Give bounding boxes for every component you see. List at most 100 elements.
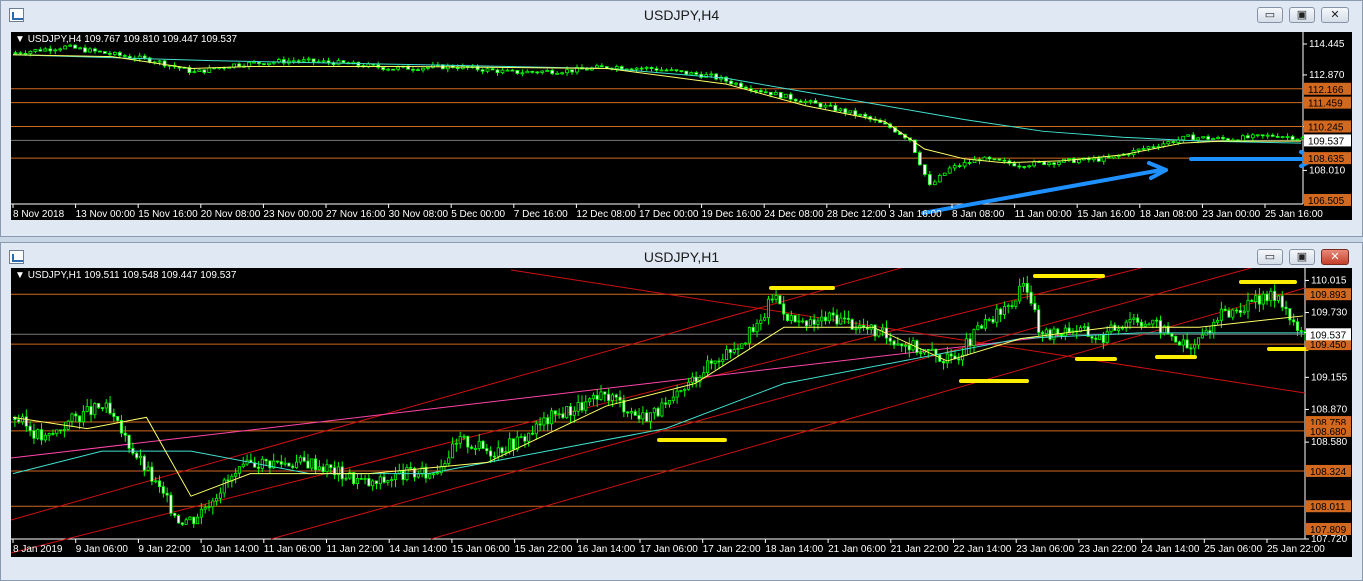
candle-body	[123, 432, 127, 436]
candle-body	[1067, 158, 1071, 160]
candle-body	[550, 70, 555, 74]
candle-body	[995, 308, 999, 323]
x-tick-label: 19 Dec 16:00	[702, 209, 762, 220]
candle-body	[770, 298, 774, 301]
candle-body	[599, 65, 604, 68]
candle-body	[892, 340, 896, 346]
candle-body	[527, 432, 531, 442]
x-tick-label: 21 Jan 22:00	[891, 544, 949, 555]
candle-body	[591, 394, 595, 400]
candle-body	[428, 473, 432, 479]
candle-body	[62, 428, 66, 431]
candle-body	[1269, 290, 1273, 302]
y-tick-label: 108.870	[1311, 404, 1348, 415]
candle-body	[789, 315, 793, 321]
candle-body	[1211, 138, 1215, 140]
candle-body	[584, 401, 588, 411]
candle-body	[839, 317, 843, 325]
candle-body	[633, 411, 637, 416]
titlebar[interactable]: USDJPY,H4 ▭ ▣ ✕	[1, 1, 1362, 31]
candle-body	[964, 338, 968, 356]
candle-body	[409, 467, 413, 469]
candle-body	[1067, 327, 1071, 333]
candle-body	[226, 479, 230, 482]
x-tick-label: 15 Jan 22:00	[515, 544, 573, 555]
candle-body	[654, 68, 659, 71]
candle-body	[454, 442, 458, 445]
candle-body	[1177, 341, 1182, 346]
candle-body	[455, 67, 460, 70]
candle-body	[660, 402, 664, 417]
candle-body	[555, 72, 560, 75]
candle-body	[504, 451, 508, 454]
candle-body	[766, 298, 771, 319]
candle-body	[85, 406, 89, 412]
window-h1[interactable]: USDJPY,H1 ▭ ▣ ✕ 110.015 109.730 109.155 108…	[0, 242, 1363, 581]
candle-body	[291, 465, 295, 469]
x-tick-label: 24 Dec 08:00	[764, 209, 824, 220]
x-tick-label: 5 Dec 00:00	[451, 209, 505, 220]
candle-body	[1147, 323, 1151, 326]
candle-body	[853, 110, 858, 116]
x-tick-label: 23 Jan 06:00	[1016, 544, 1074, 555]
candle-body	[1091, 157, 1096, 161]
x-tick-label: 9 Jan 22:00	[138, 544, 191, 555]
candle-body	[426, 66, 430, 69]
candle-body	[511, 438, 516, 450]
candle-body	[937, 175, 942, 183]
x-tick-label: 25 Jan 06:00	[1204, 544, 1262, 555]
candle-body	[1193, 344, 1197, 349]
candle-body	[667, 400, 672, 405]
candle-body	[1113, 324, 1117, 331]
candle-body	[1191, 134, 1196, 141]
candle-body	[173, 512, 177, 516]
chart-h4[interactable]: 114.445 112.870 110.245 108.010 112.166 111.4…	[11, 32, 1352, 220]
candle-body	[43, 434, 47, 441]
x-tick-label: 11 Jan 00:00	[1015, 209, 1073, 220]
close-button[interactable]: ✕	[1321, 249, 1349, 265]
candle-body	[835, 314, 839, 325]
candle-body	[1275, 135, 1280, 138]
candle-body	[530, 70, 535, 73]
candle-body	[1174, 335, 1178, 343]
candle-body	[957, 358, 961, 361]
candle-body	[540, 70, 545, 73]
candle-body	[525, 70, 530, 74]
candle-body	[184, 519, 188, 525]
candle-body	[416, 473, 420, 478]
candle-body	[83, 47, 87, 53]
candle-body	[545, 70, 550, 72]
candle-body	[1151, 319, 1155, 325]
candle-body	[500, 69, 505, 74]
x-tick-label: 22 Jan 14:00	[954, 544, 1012, 555]
symbol-info: ▼ USDJPY,H1 109.511 109.548 109.447 109.…	[15, 270, 237, 281]
candle-body	[197, 69, 202, 72]
window-h4[interactable]: USDJPY,H4 ▭ ▣ ✕ 114.445 112.870 110.245 108…	[0, 0, 1363, 237]
close-button[interactable]: ✕	[1321, 7, 1349, 23]
candle-body	[629, 68, 634, 71]
candle-body	[728, 349, 732, 353]
candle-body	[218, 492, 222, 499]
minimize-button[interactable]: ▭	[1257, 249, 1283, 265]
candle-body	[729, 80, 733, 85]
candle-body	[641, 412, 645, 420]
candle-body	[341, 60, 346, 64]
candle-body	[854, 328, 858, 331]
candle-body	[202, 69, 207, 73]
candle-body	[59, 429, 63, 432]
candle-body	[714, 73, 719, 80]
candle-body	[560, 72, 564, 75]
minimize-button[interactable]: ▭	[1257, 7, 1283, 23]
candle-body	[812, 319, 816, 325]
candle-body	[1181, 339, 1185, 346]
chart-h1[interactable]: 110.015 109.730 109.155 108.870 108.580 107.7…	[11, 268, 1352, 557]
candle-body	[401, 470, 405, 481]
candle-body	[1047, 162, 1051, 165]
candle-body	[648, 412, 653, 422]
candle-body	[1235, 309, 1239, 312]
restore-button[interactable]: ▣	[1289, 7, 1315, 23]
restore-button[interactable]: ▣	[1289, 249, 1315, 265]
candle-body	[192, 516, 196, 525]
candle-body	[992, 158, 997, 161]
candle-body	[480, 69, 485, 72]
